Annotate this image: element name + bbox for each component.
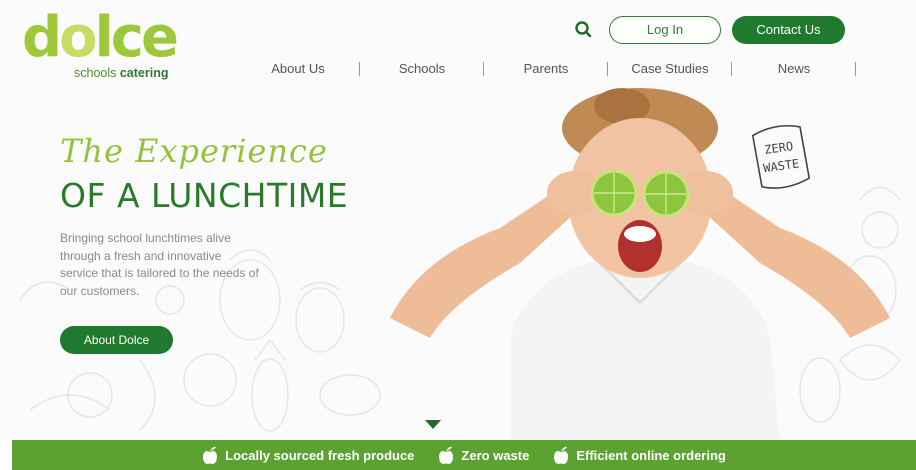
feature-item: Zero waste: [438, 446, 529, 465]
scroll-down-arrow-icon[interactable]: [425, 420, 441, 429]
dolce-logo[interactable]: dolce schools catering: [22, 6, 182, 82]
contact-us-button[interactable]: Contact Us: [732, 16, 845, 44]
main-nav: About Us Schools Parents Case Studies Ne…: [236, 60, 856, 78]
feature-label: Efficient online ordering: [576, 447, 726, 463]
nav-item-news[interactable]: News: [732, 60, 856, 78]
nav-item-parents[interactable]: Parents: [484, 60, 608, 78]
logo-tagline: schools catering: [74, 66, 169, 80]
features-bar: Locally sourced fresh produce Zero waste…: [12, 440, 916, 470]
logo-wordmark: dolce: [22, 5, 179, 70]
nav-item-about-us[interactable]: About Us: [236, 60, 360, 78]
feature-item: Efficient online ordering: [553, 446, 726, 465]
feature-label: Locally sourced fresh produce: [225, 447, 415, 463]
zero-waste-badge: ZERO WASTE: [751, 124, 811, 189]
search-button[interactable]: [573, 19, 595, 41]
search-icon: [575, 21, 592, 38]
apple-icon: [203, 446, 218, 464]
badge-line1: ZERO: [763, 139, 794, 157]
apple-icon: [554, 446, 569, 464]
hero-intro-text: Bringing school lunchtimes alive through…: [60, 231, 259, 298]
feature-label: Zero waste: [461, 447, 530, 463]
apple-icon: [439, 446, 454, 464]
badge-line2: WASTE: [762, 156, 800, 175]
about-dolce-button[interactable]: About Dolce: [60, 326, 173, 354]
hero-script-title: The Experience: [60, 132, 328, 170]
feature-item: Locally sourced fresh produce: [202, 446, 414, 465]
nav-item-case-studies[interactable]: Case Studies: [608, 60, 732, 78]
login-button[interactable]: Log In: [609, 16, 721, 44]
hero-photo-girl-with-limes: [390, 88, 890, 440]
nav-item-schools[interactable]: Schools: [360, 60, 484, 78]
hero-title: OF A LUNCHTIME: [60, 176, 349, 215]
